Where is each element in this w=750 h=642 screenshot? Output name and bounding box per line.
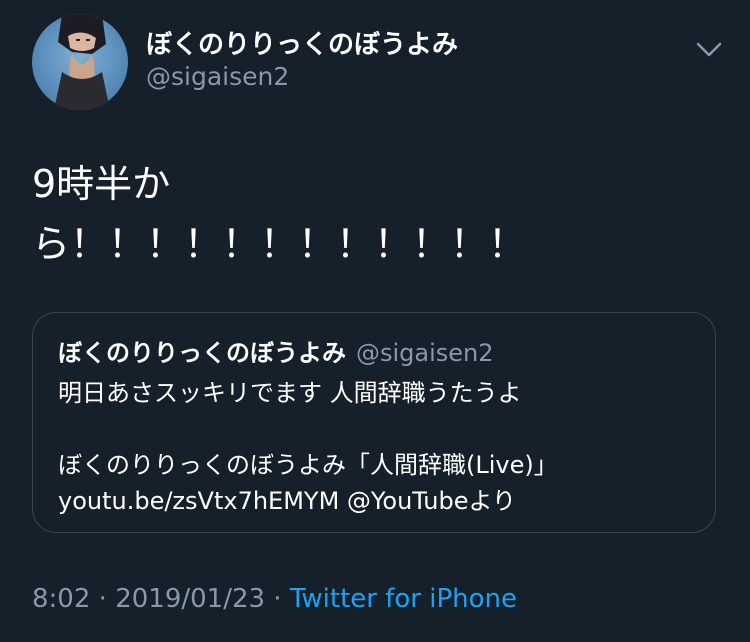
quoted-author-name: ぼくのりりっくのぼうよみ — [58, 339, 346, 367]
avatar-image — [54, 14, 110, 110]
tweet-text: 9時半か ら！！！！！！！！！！！！ — [32, 154, 592, 274]
quoted-tweet-card[interactable]: ぼくのりりっくのぼうよみ @sigaisen2 明日あさスッキリでます 人間辞職う… — [32, 312, 716, 533]
tweet-source-link[interactable]: Twitter for iPhone — [290, 584, 517, 614]
author-handle[interactable]: @sigaisen2 — [146, 62, 289, 91]
author-name[interactable]: ぼくのりりっくのぼうよみ — [146, 24, 458, 61]
tweet-text-line: ら！！！！！！！！！！！！ — [32, 222, 527, 266]
avatar[interactable] — [32, 14, 128, 110]
chevron-down-icon[interactable] — [694, 34, 724, 64]
tweet-date: 2019/01/23 — [115, 584, 266, 614]
meta-separator: · — [265, 584, 290, 614]
quoted-tweet-text: 明日あさスッキリでます 人間辞職うたうよ ぼくのりりっくのぼうよみ「人間辞職(L… — [58, 375, 698, 519]
quoted-text-line: youtu.be/zsVtx7hEMYM @YouTubeより — [58, 487, 517, 515]
quoted-text-line: ぼくのりりっくのぼうよみ「人間辞職(Live)」 — [58, 451, 558, 479]
tweet-text-line: 9時半か — [32, 162, 171, 206]
tweet-meta: 8:02 · 2019/01/23 · Twitter for iPhone — [32, 584, 517, 614]
quoted-text-line: 明日あさスッキリでます 人間辞職うたうよ — [58, 379, 522, 407]
meta-separator: · — [90, 584, 116, 614]
quoted-author-handle: @sigaisen2 — [356, 339, 494, 367]
tweet: ぼくのりりっくのぼうよみ @sigaisen2 9時半か ら！！！！！！！！！！… — [0, 0, 750, 642]
quoted-tweet-header: ぼくのりりっくのぼうよみ @sigaisen2 — [58, 333, 494, 368]
tweet-time: 8:02 — [32, 584, 91, 614]
quoted-text-line — [58, 411, 698, 447]
